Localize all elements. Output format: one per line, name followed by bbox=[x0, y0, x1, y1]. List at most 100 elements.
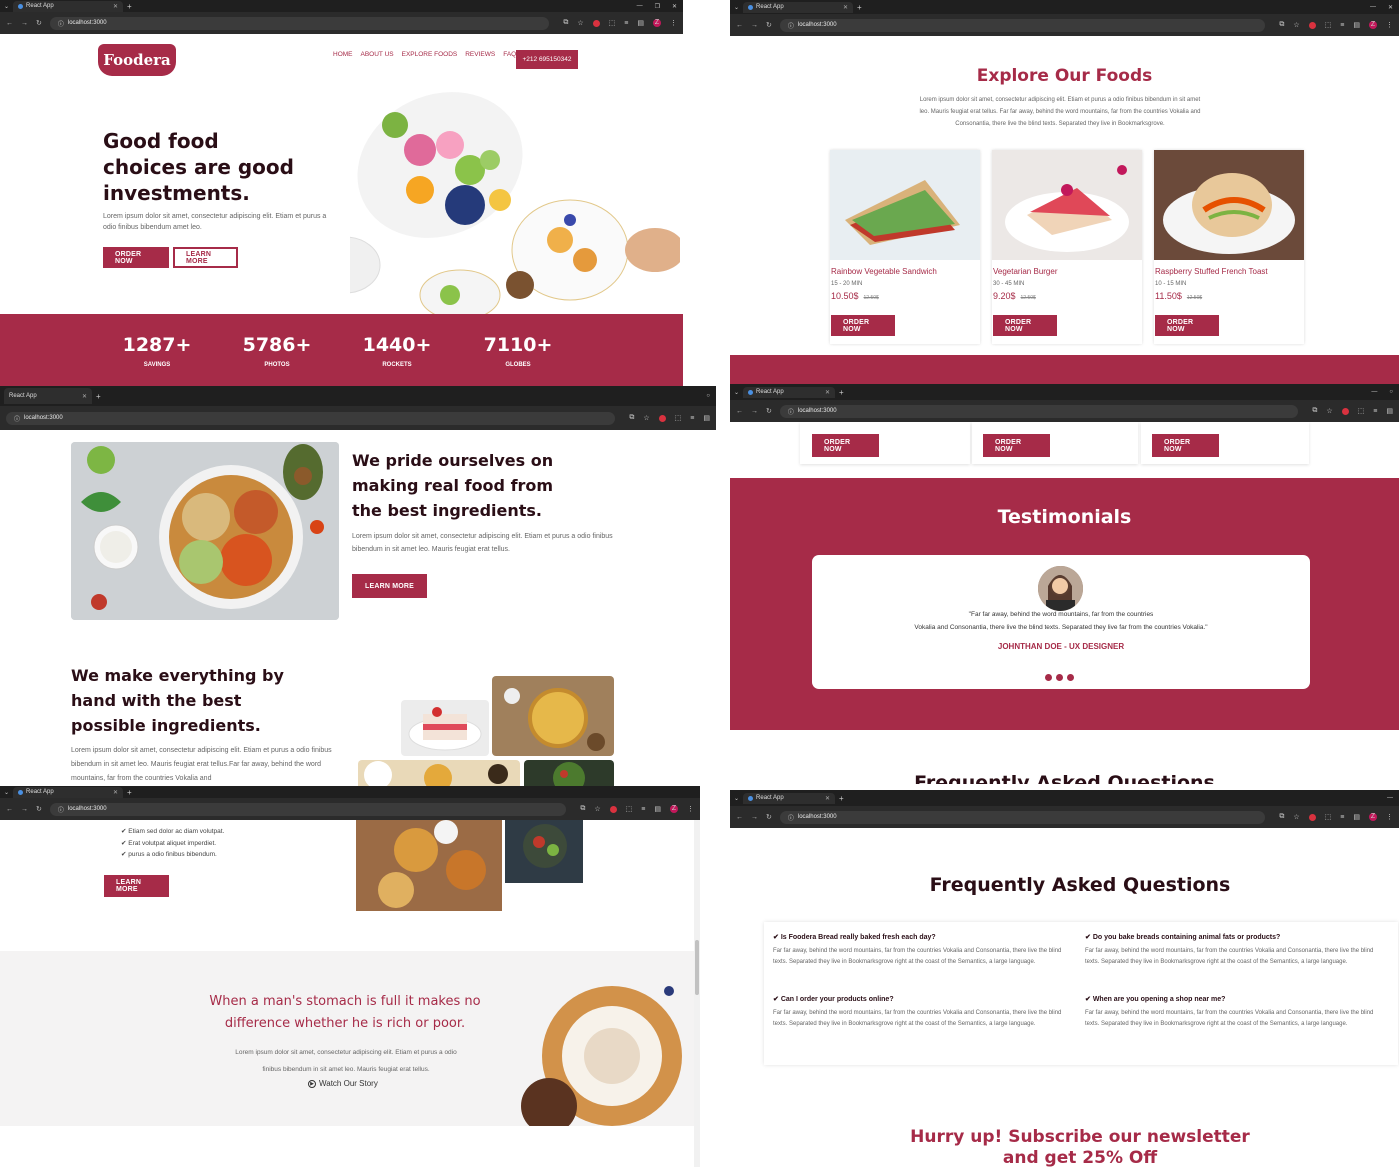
reload-icon[interactable]: ↻ bbox=[36, 805, 42, 813]
learn-more-button[interactable]: LEARN MORE bbox=[173, 247, 238, 268]
bookmark-star-icon[interactable]: ☆ bbox=[577, 19, 583, 27]
bookmark-star-icon[interactable]: ☆ bbox=[1293, 21, 1299, 29]
extension-record-icon[interactable] bbox=[1308, 21, 1316, 29]
maximize-icon[interactable]: ❐ bbox=[655, 3, 660, 10]
tab-menu-icon[interactable]: ⌄ bbox=[734, 389, 739, 396]
address-bar[interactable]: ⓘ localhost:3000 bbox=[49, 16, 550, 30]
food-name[interactable]: Rainbow Vegetable Sandwich bbox=[830, 265, 980, 276]
forward-icon[interactable]: → bbox=[751, 22, 758, 29]
order-now-button[interactable]: ORDER NOW bbox=[1152, 434, 1219, 457]
profile-avatar[interactable]: Z bbox=[1369, 813, 1377, 821]
browser-tab[interactable]: React App ✕ bbox=[13, 786, 124, 798]
tab-search-icon[interactable]: ≡ bbox=[1340, 22, 1344, 29]
new-tab-button[interactable]: + bbox=[839, 388, 844, 397]
new-tab-button[interactable]: + bbox=[96, 392, 101, 401]
tab-search-icon[interactable]: ≡ bbox=[641, 806, 645, 813]
extensions-icon[interactable]: ⬚ bbox=[1358, 407, 1365, 415]
minimize-icon[interactable]: — bbox=[1387, 795, 1393, 801]
faq-question[interactable]: ✔ When are you opening a shop near me? bbox=[1085, 995, 1385, 1003]
tab-menu-icon[interactable]: ⌄ bbox=[4, 789, 9, 796]
sidepanel-icon[interactable]: ▤ bbox=[1353, 813, 1360, 821]
new-tab-button[interactable]: + bbox=[127, 788, 132, 797]
close-tab-icon[interactable]: ✕ bbox=[825, 389, 830, 396]
faq-question[interactable]: ✔ Do you bake breads containing animal f… bbox=[1085, 933, 1385, 941]
reload-icon[interactable]: ↻ bbox=[766, 813, 772, 821]
close-tab-icon[interactable]: ✕ bbox=[825, 795, 830, 802]
close-tab-icon[interactable]: ✕ bbox=[843, 4, 848, 11]
order-now-button[interactable]: ORDER NOW bbox=[831, 315, 895, 336]
site-info-icon[interactable]: ⓘ bbox=[58, 805, 64, 814]
extension-record-icon[interactable] bbox=[1308, 813, 1316, 821]
forward-icon[interactable]: → bbox=[751, 408, 758, 415]
install-icon[interactable]: ⧉ bbox=[629, 414, 634, 422]
install-icon[interactable]: ⧉ bbox=[1279, 813, 1284, 821]
order-now-button[interactable]: ORDER NOW bbox=[812, 434, 879, 457]
reload-icon[interactable]: ↻ bbox=[766, 407, 772, 415]
extensions-icon[interactable]: ⬚ bbox=[609, 19, 616, 27]
sidepanel-icon[interactable]: ▤ bbox=[1353, 21, 1360, 29]
forward-icon[interactable]: → bbox=[21, 20, 28, 27]
page-scrollbar[interactable] bbox=[694, 820, 700, 1167]
address-bar[interactable]: ⓘ localhost:3000 bbox=[49, 802, 567, 816]
extension-record-icon[interactable] bbox=[592, 19, 600, 27]
address-bar[interactable]: ⓘ localhost:3000 bbox=[779, 404, 1299, 418]
carousel-dot[interactable] bbox=[1045, 674, 1052, 681]
nav-explore-link[interactable]: EXPLORE FOODS bbox=[402, 51, 458, 58]
carousel-dot[interactable] bbox=[1067, 674, 1074, 681]
browser-tab[interactable]: React App ✕ bbox=[4, 388, 92, 404]
tab-search-icon[interactable]: ≡ bbox=[624, 20, 628, 27]
logo[interactable]: Foodera bbox=[98, 44, 176, 76]
forward-icon[interactable]: → bbox=[751, 814, 758, 821]
bookmark-star-icon[interactable]: ☆ bbox=[1293, 813, 1299, 821]
back-icon[interactable]: ← bbox=[6, 806, 13, 813]
tab-search-icon[interactable]: ≡ bbox=[690, 415, 694, 422]
install-icon[interactable]: ⧉ bbox=[580, 805, 585, 813]
phone-button[interactable]: +212 695150342 bbox=[516, 50, 578, 69]
food-name[interactable]: Vegetarian Burger bbox=[992, 265, 1142, 276]
close-tab-icon[interactable]: ✕ bbox=[113, 3, 118, 10]
browser-tab[interactable]: React App ✕ bbox=[743, 1, 854, 13]
new-tab-button[interactable]: + bbox=[839, 794, 844, 803]
more-menu-icon[interactable]: ⋮ bbox=[687, 805, 694, 813]
extensions-icon[interactable]: ⬚ bbox=[1325, 813, 1332, 821]
nav-about-link[interactable]: ABOUT US bbox=[361, 51, 394, 58]
bookmark-star-icon[interactable]: ☆ bbox=[643, 414, 649, 422]
more-menu-icon[interactable]: ⋮ bbox=[1386, 21, 1393, 29]
scrollbar-thumb[interactable] bbox=[695, 940, 699, 995]
forward-icon[interactable]: → bbox=[21, 806, 28, 813]
browser-tab[interactable]: React App ✕ bbox=[743, 792, 836, 804]
extension-record-icon[interactable] bbox=[609, 805, 617, 813]
address-bar[interactable]: ⓘ localhost:3000 bbox=[779, 810, 1266, 824]
site-info-icon[interactable]: ⓘ bbox=[788, 813, 794, 822]
address-bar[interactable]: ⓘ localhost:3000 bbox=[779, 18, 1266, 32]
order-now-button[interactable]: ORDER NOW bbox=[993, 315, 1057, 336]
learn-more-button[interactable]: LEARN MORE bbox=[104, 875, 169, 897]
back-icon[interactable]: ← bbox=[6, 20, 13, 27]
carousel-dot[interactable] bbox=[1056, 674, 1063, 681]
minimize-icon[interactable]: — bbox=[1370, 4, 1376, 11]
site-info-icon[interactable]: ⓘ bbox=[58, 19, 64, 28]
extensions-icon[interactable]: ⬚ bbox=[1325, 21, 1332, 29]
tab-menu-icon[interactable]: ⌄ bbox=[734, 4, 739, 11]
profile-avatar[interactable]: Z bbox=[653, 19, 661, 27]
profile-avatar[interactable]: Z bbox=[1369, 21, 1377, 29]
more-menu-icon[interactable]: ⋮ bbox=[1386, 813, 1393, 821]
order-now-button[interactable]: ORDER NOW bbox=[1155, 315, 1219, 336]
faq-question[interactable]: ✔ Can I order your products online? bbox=[773, 995, 1073, 1003]
site-info-icon[interactable]: ⓘ bbox=[788, 21, 794, 30]
close-tab-icon[interactable]: ✕ bbox=[82, 393, 87, 400]
sidepanel-icon[interactable]: ▤ bbox=[1386, 407, 1393, 415]
nav-reviews-link[interactable]: REVIEWS bbox=[465, 51, 495, 58]
browser-tab[interactable]: React App ✕ bbox=[13, 0, 124, 12]
extension-record-icon[interactable] bbox=[1341, 407, 1349, 415]
address-bar[interactable]: ⓘ localhost:3000 bbox=[6, 411, 616, 425]
sidepanel-icon[interactable]: ▤ bbox=[654, 805, 661, 813]
extensions-icon[interactable]: ⬚ bbox=[626, 805, 633, 813]
reload-icon[interactable]: ↻ bbox=[36, 19, 42, 27]
bookmark-star-icon[interactable]: ☆ bbox=[594, 805, 600, 813]
tab-search-icon[interactable]: ≡ bbox=[1340, 814, 1344, 821]
order-now-button[interactable]: ORDER NOW bbox=[983, 434, 1050, 457]
site-info-icon[interactable]: ⓘ bbox=[14, 414, 20, 423]
close-window-icon[interactable]: ○ bbox=[1389, 389, 1393, 395]
profile-avatar[interactable]: Z bbox=[670, 805, 678, 813]
